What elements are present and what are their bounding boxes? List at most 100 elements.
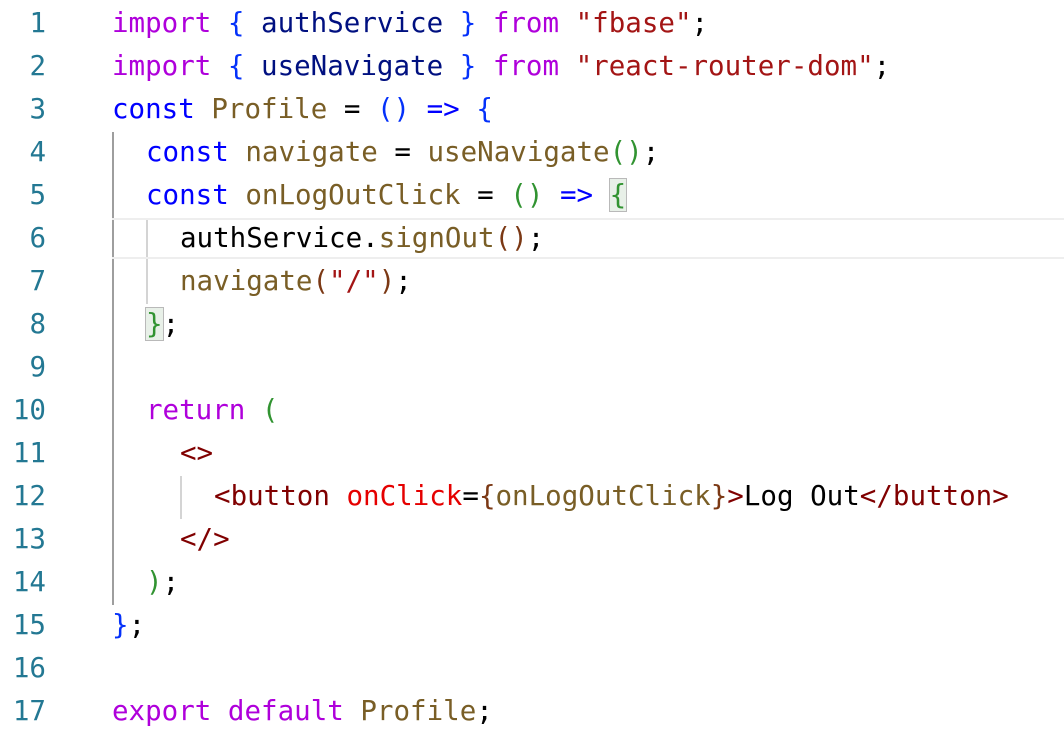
keyword-token: import (112, 50, 212, 82)
code-line[interactable]: }; (145, 303, 180, 346)
identifier-token: authService (261, 7, 444, 39)
keyword-token: const (146, 179, 229, 211)
bracket-token: () (510, 179, 544, 211)
line-number: 8 (29, 308, 46, 340)
jsx-fragment-open-token: <> (180, 437, 214, 469)
punctuation-token: ; (527, 222, 545, 254)
punctuation-token: { (211, 50, 262, 82)
punctuation-token: } (443, 50, 493, 82)
punctuation-token: } (443, 7, 493, 39)
punctuation-token: ; (691, 7, 709, 39)
code-line[interactable]: <button onClick={onLogOutClick}>Log Out<… (214, 475, 1009, 518)
line-number: 13 (12, 523, 46, 555)
bracket-token: ) (378, 265, 396, 297)
tag-bracket-token: > (992, 480, 1009, 512)
matched-bracket-token: } (145, 307, 164, 341)
function-name-token: Profile (211, 93, 328, 125)
tag-bracket-token: > (727, 480, 744, 512)
punctuation-token: . (362, 222, 379, 254)
code-line[interactable]: navigate("/"); (180, 260, 412, 303)
punctuation-token: ; (128, 609, 146, 641)
identifier-token: Profile (360, 695, 477, 727)
matched-bracket-token: { (608, 178, 628, 212)
code-line[interactable]: export default Profile; (112, 690, 493, 732)
operator-token: = (460, 179, 511, 211)
identifier-token: navigate (245, 136, 378, 168)
indent-guide (112, 132, 114, 605)
bracket-token: () (376, 93, 411, 125)
code-editor[interactable]: 1 2 3 4 5 6 7 8 9 10 11 12 13 14 15 16 1… (0, 0, 1064, 732)
line-number: 3 (29, 93, 46, 125)
function-name-token: navigate (180, 265, 313, 297)
keyword-token: return (146, 394, 246, 426)
tag-name-token: button (892, 480, 993, 512)
bracket-token: ( (312, 265, 330, 297)
line-number: 17 (12, 695, 46, 727)
jsx-fragment-close-token: </> (180, 523, 230, 555)
keyword-token: from (492, 7, 560, 39)
arrow-token: => (559, 179, 594, 211)
punctuation-token: ; (476, 695, 493, 727)
line-number: 15 (12, 609, 46, 641)
code-line[interactable]: return ( (146, 389, 278, 432)
line-number: 5 (29, 179, 46, 211)
keyword-token: default (227, 695, 344, 727)
identifier-token: onLogOutClick (495, 480, 711, 512)
code-line[interactable]: ); (146, 561, 179, 604)
code-line[interactable]: authService.signOut(); (180, 217, 544, 260)
code-line[interactable]: <> (180, 432, 213, 475)
bracket-token: () (494, 222, 528, 254)
code-line[interactable]: import { authService } from "fbase"; (112, 2, 708, 45)
bracket-token: { (476, 93, 493, 125)
bracket-token: } (710, 480, 728, 512)
code-line[interactable]: const Profile = () => { (112, 88, 493, 131)
line-number: 6 (29, 222, 46, 254)
line-number: 9 (29, 351, 46, 383)
keyword-token: const (112, 93, 195, 125)
string-token: "react-router-dom" (575, 50, 874, 82)
punctuation-token: ; (873, 50, 891, 82)
identifier-token: authService (180, 222, 363, 254)
function-name-token: useNavigate (427, 136, 610, 168)
bracket-token: { (478, 480, 496, 512)
bracket-token: } (112, 609, 129, 641)
code-line[interactable]: const onLogOutClick = () => { (146, 174, 628, 217)
indent-guide (180, 476, 182, 519)
function-name-token: signOut (378, 222, 495, 254)
jsx-text-token: Log Out (743, 480, 860, 512)
code-line[interactable]: }; (112, 604, 145, 647)
tag-name-token: button (230, 480, 330, 512)
string-token: "/" (329, 265, 379, 297)
tag-bracket-token: < (214, 480, 231, 512)
function-name-token: onLogOutClick (245, 179, 461, 211)
punctuation-token: ; (642, 136, 660, 168)
line-number: 1 (29, 7, 46, 39)
punctuation-token: ; (162, 308, 180, 340)
arrow-token: => (426, 93, 460, 125)
line-number: 16 (12, 652, 46, 684)
operator-token: = (462, 480, 479, 512)
code-line[interactable]: import { useNavigate } from "react-route… (112, 45, 890, 88)
keyword-token: from (492, 50, 560, 82)
code-line[interactable]: const navigate = useNavigate(); (146, 131, 659, 174)
line-number: 10 (12, 394, 46, 426)
identifier-token: useNavigate (261, 50, 444, 82)
line-number: 7 (29, 265, 46, 297)
line-number: 2 (29, 50, 46, 82)
tag-bracket-token: </ (859, 480, 893, 512)
operator-token: = (377, 136, 428, 168)
code-line[interactable]: </> (180, 518, 230, 561)
punctuation-token: ; (162, 566, 180, 598)
keyword-token: import (112, 7, 212, 39)
